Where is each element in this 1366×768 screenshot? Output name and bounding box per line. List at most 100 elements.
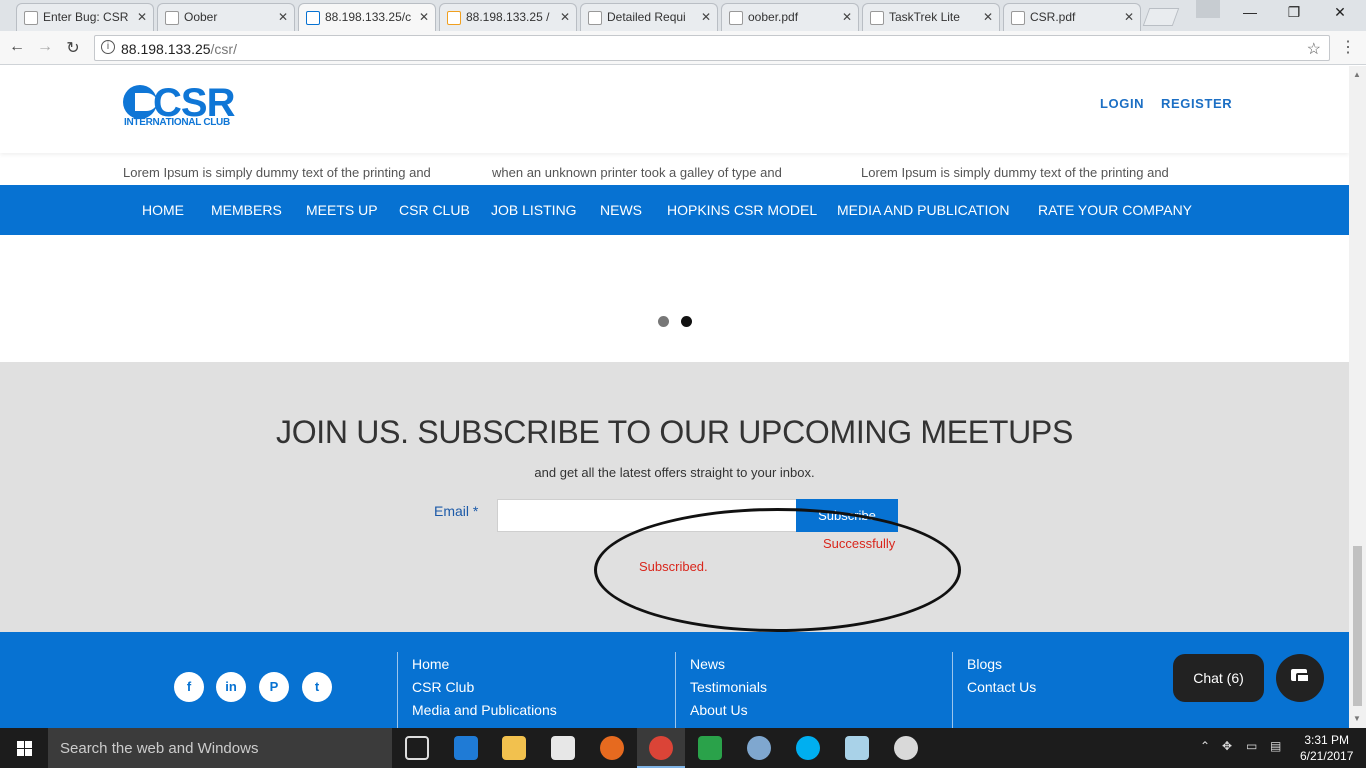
footer-link-about-us[interactable]: About Us: [690, 698, 767, 721]
carousel-dot-1[interactable]: [658, 316, 669, 327]
nav-job-listing[interactable]: JOB LISTING: [491, 202, 577, 218]
nav-members[interactable]: MEMBERS: [211, 202, 282, 218]
subscribe-heading: JOIN US. SUBSCRIBE TO OUR UPCOMING MEETU…: [276, 414, 1073, 450]
nav-news[interactable]: NEWS: [600, 202, 642, 218]
scroll-up-icon[interactable]: ▲: [1353, 70, 1361, 79]
taskbar-search[interactable]: Search the web and Windows: [48, 728, 392, 768]
close-tab-icon[interactable]: ✕: [1124, 10, 1134, 24]
chat-bubble-icon[interactable]: [1276, 654, 1324, 702]
browser-tab-strip: Enter Bug: CSR ✕ Oober ✕ 88.198.133.25/c…: [0, 0, 1366, 31]
facebook-icon[interactable]: f: [174, 672, 204, 702]
minimize-icon[interactable]: —: [1230, 4, 1270, 20]
dropbox-icon[interactable]: ✥: [1222, 739, 1232, 753]
carousel-dot-2-active[interactable]: [681, 316, 692, 327]
browser-tab[interactable]: CSR.pdf ✕: [1003, 3, 1141, 31]
url-text[interactable]: 88.198.133.25/csr/: [121, 41, 237, 57]
teaser-text: Lorem Ipsum is simply dummy text of the …: [123, 165, 431, 180]
scroll-down-icon[interactable]: ▼: [1353, 714, 1361, 723]
windows-taskbar: Search the web and Windows ⌃ ✥ ▭ ▤ 3:31 …: [0, 728, 1366, 768]
twitter-icon[interactable]: t: [302, 672, 332, 702]
pinterest-icon[interactable]: P: [259, 672, 289, 702]
menu-dots-icon[interactable]: ⋮: [1340, 37, 1356, 57]
nav-home[interactable]: HOME: [142, 202, 184, 218]
footer-column-1: Home CSR Club Media and Publications: [397, 652, 557, 728]
close-tab-icon[interactable]: ✕: [701, 10, 711, 24]
star-icon[interactable]: ☆: [1307, 39, 1321, 59]
close-tab-icon[interactable]: ✕: [842, 10, 852, 24]
close-tab-icon[interactable]: ✕: [983, 10, 993, 24]
teaser-text: Lorem Ipsum is simply dummy text of the …: [861, 165, 1169, 180]
footer-link-blogs[interactable]: Blogs: [967, 652, 1036, 675]
subscribe-lead: and get all the latest offers straight t…: [534, 465, 815, 480]
windows-start-icon[interactable]: [0, 728, 48, 768]
page-viewport: ̈ Lorem Ipsum is simply dummy text of th…: [0, 66, 1349, 728]
login-link[interactable]: LOGIN: [1100, 96, 1144, 111]
notification-icon[interactable]: ▤: [1270, 739, 1281, 753]
back-arrow-icon[interactable]: ←: [6, 38, 28, 56]
info-icon[interactable]: i: [101, 40, 115, 54]
annotation-ellipse: [594, 508, 961, 632]
page-favicon-icon: [1011, 11, 1025, 25]
browser-tab[interactable]: Oober ✕: [157, 3, 295, 31]
reload-icon[interactable]: ↻: [62, 38, 84, 58]
page-favicon-icon: [165, 11, 179, 25]
forward-arrow-icon[interactable]: →: [34, 38, 56, 56]
page-favicon-icon: [588, 11, 602, 25]
nav-csr-club[interactable]: CSR CLUB: [399, 202, 470, 218]
chrome-icon[interactable]: [649, 736, 673, 760]
browser-toolbar: ← → ↻ i 88.198.133.25/csr/ ☆: [0, 31, 1366, 65]
network-icon[interactable]: ▭: [1246, 739, 1257, 753]
chat-label[interactable]: Chat (6): [1173, 654, 1264, 702]
task-view-icon[interactable]: [405, 736, 429, 760]
nav-hopkins-csr-model[interactable]: HOPKINS CSR MODEL: [667, 202, 817, 218]
footer-link-media-publications[interactable]: Media and Publications: [412, 698, 557, 721]
taskbar-clock[interactable]: 3:31 PM 6/21/2017: [1300, 732, 1353, 764]
close-tab-icon[interactable]: ✕: [137, 10, 147, 24]
main-nav: HOME MEMBERS MEETS UP CSR CLUB JOB LISTI…: [0, 185, 1349, 235]
site-footer: f in P t Home CSR Club Media and Publica…: [0, 632, 1349, 728]
browser-tab[interactable]: oober.pdf ✕: [721, 3, 859, 31]
restore-icon[interactable]: ❐: [1274, 4, 1314, 21]
register-link[interactable]: REGISTER: [1161, 96, 1232, 111]
close-window-icon[interactable]: ✕: [1320, 4, 1360, 21]
close-tab-icon[interactable]: ✕: [560, 10, 570, 24]
profile-icon[interactable]: [1196, 0, 1220, 18]
footer-link-home[interactable]: Home: [412, 652, 557, 675]
page-favicon-icon: [870, 11, 884, 25]
file-explorer-icon[interactable]: [502, 736, 526, 760]
browser-tab[interactable]: TaskTrek Lite ✕: [862, 3, 1000, 31]
browser-tab-active[interactable]: 88.198.133.25/c ✕: [298, 3, 436, 31]
firefox-icon[interactable]: [600, 736, 624, 760]
nav-media-and-publication[interactable]: MEDIA AND PUBLICATION: [837, 202, 1009, 218]
edge-icon[interactable]: [454, 736, 478, 760]
footer-column-2: News Testimonials About Us: [675, 652, 767, 728]
notepad-icon[interactable]: [845, 736, 869, 760]
paint-icon[interactable]: [894, 736, 918, 760]
page-favicon-icon: [729, 11, 743, 25]
app-icon[interactable]: [698, 736, 722, 760]
page-scrollbar[interactable]: ▲ ▼: [1349, 66, 1366, 728]
skype-icon[interactable]: [796, 736, 820, 760]
browser-tab[interactable]: 88.198.133.25 / ✕: [439, 3, 577, 31]
close-tab-icon[interactable]: ✕: [419, 10, 429, 24]
store-icon[interactable]: [551, 736, 575, 760]
footer-link-testimonials[interactable]: Testimonials: [690, 675, 767, 698]
nav-meets-up[interactable]: MEETS UP: [306, 202, 378, 218]
tray-chevron-icon[interactable]: ⌃: [1200, 739, 1210, 753]
csr-logo[interactable]: CSR INTERNATIONAL CLUB: [123, 81, 235, 129]
address-bar[interactable]: i 88.198.133.25/csr/ ☆: [94, 35, 1330, 61]
browser-tab[interactable]: Detailed Requi ✕: [580, 3, 718, 31]
linkedin-icon[interactable]: in: [216, 672, 246, 702]
footer-link-csr-club[interactable]: CSR Club: [412, 675, 557, 698]
csr-favicon-icon: [306, 11, 320, 25]
new-tab-button[interactable]: [1142, 8, 1180, 26]
footer-link-contact-us[interactable]: Contact Us: [967, 675, 1036, 698]
scrollbar-thumb[interactable]: [1353, 546, 1362, 706]
browser-tab[interactable]: Enter Bug: CSR ✕: [16, 3, 154, 31]
close-tab-icon[interactable]: ✕: [278, 10, 288, 24]
footer-column-3: Blogs Contact Us: [952, 652, 1036, 728]
nav-rate-your-company[interactable]: RATE YOUR COMPANY: [1038, 202, 1192, 218]
mail-icon[interactable]: [747, 736, 771, 760]
footer-link-news[interactable]: News: [690, 652, 767, 675]
subscribe-section: JOIN US. SUBSCRIBE TO OUR UPCOMING MEETU…: [0, 362, 1349, 632]
